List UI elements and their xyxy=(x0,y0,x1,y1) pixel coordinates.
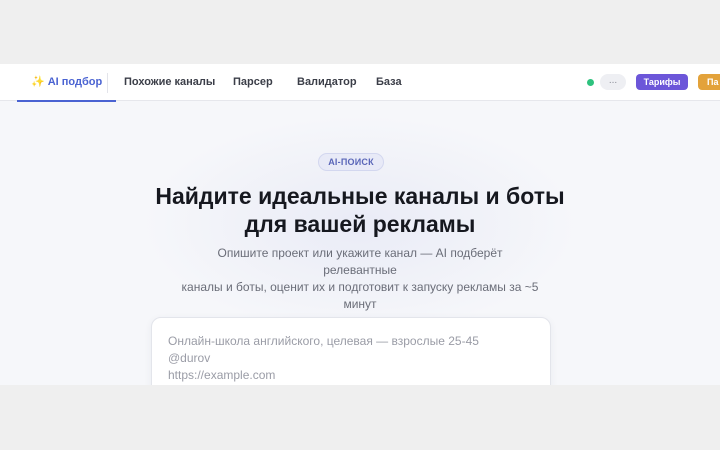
app-viewport: ✨ AI подбор Похожие каналы Парсер Валидат… xyxy=(0,64,720,385)
title-line: Найдите идеальные каналы и боты xyxy=(155,183,565,209)
tab-validator[interactable]: Валидатор xyxy=(297,64,357,101)
ai-search-badge: AI-ПОИСК xyxy=(318,153,384,171)
sparkle-icon: ✨ xyxy=(31,76,45,88)
subtitle-line: минут xyxy=(343,297,377,311)
tab-parser[interactable]: Парсер xyxy=(233,64,273,101)
project-input-field[interactable]: Онлайн-школа английского, целевая — взро… xyxy=(151,317,551,385)
title-line: для вашей рекламы xyxy=(244,211,476,237)
placeholder-line: @durov xyxy=(168,351,211,365)
orange-action-button[interactable]: Па xyxy=(698,74,720,90)
online-status-icon xyxy=(587,79,594,86)
subtitle-line: Опишите проект или укажите канал — AI по… xyxy=(217,246,503,277)
placeholder-line: https://example.com xyxy=(168,368,276,382)
nav-divider xyxy=(107,73,108,93)
placeholder-line: Онлайн-школа английского, целевая — взро… xyxy=(168,334,479,348)
tab-database[interactable]: База xyxy=(376,64,402,101)
page-subtitle: Опишите проект или укажите канал — AI по… xyxy=(180,245,540,313)
subtitle-line: каналы и боты, оценит их и подготовит к … xyxy=(181,280,539,294)
page-title: Найдите идеальные каналы и боты для ваше… xyxy=(110,182,610,238)
tab-ai-selection[interactable]: ✨ AI подбор xyxy=(16,64,117,102)
top-navigation: ✨ AI подбор Похожие каналы Парсер Валидат… xyxy=(0,64,720,102)
tab-similar-channels[interactable]: Похожие каналы xyxy=(124,64,215,101)
pricing-button[interactable]: Тарифы xyxy=(636,74,688,90)
tab-label: AI подбор xyxy=(47,76,103,88)
user-menu-button[interactable]: ... xyxy=(600,74,626,90)
